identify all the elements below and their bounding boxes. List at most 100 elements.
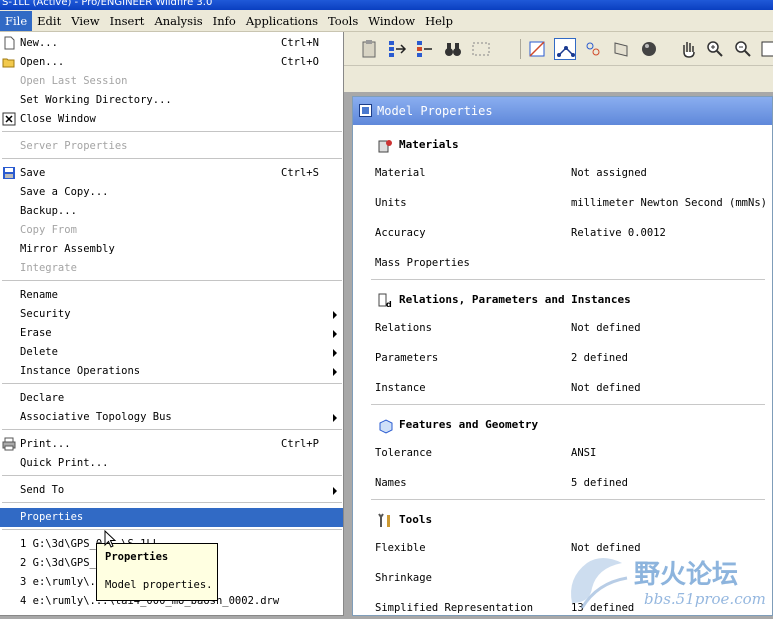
property-value[interactable]: millimeter Newton Second (mmNs)	[571, 194, 767, 212]
row-parameters: Parameters 2 defined	[353, 349, 772, 367]
tooltip-description: Model properties.	[105, 579, 213, 591]
datum-axis-icon[interactable]	[554, 38, 576, 60]
menu-item-erase[interactable]: Erase	[0, 324, 343, 343]
property-value[interactable]: Relative 0.0012	[571, 224, 666, 242]
materials-icon	[377, 137, 394, 154]
menu-item-label: Save a Copy...	[20, 186, 109, 198]
property-key: Accuracy	[375, 227, 426, 239]
property-value[interactable]: 2 defined	[571, 349, 628, 367]
submenu-arrow-icon	[333, 414, 337, 422]
shading-sphere-icon[interactable]	[638, 38, 660, 60]
menu-item-mirror-assembly[interactable]: Mirror Assembly	[0, 240, 343, 259]
menu-applications[interactable]: Applications	[241, 11, 323, 31]
menu-item-open[interactable]: Open... Ctrl+O	[0, 53, 343, 72]
menu-item-label: Rename	[20, 289, 58, 301]
menu-item-associative-topology-bus[interactable]: Associative Topology Bus	[0, 408, 343, 427]
menu-item-declare[interactable]: Declare	[0, 389, 343, 408]
menu-item-save-a-copy[interactable]: Save a Copy...	[0, 183, 343, 202]
property-key: Units	[375, 197, 407, 209]
property-key: Relations	[375, 322, 432, 334]
menu-item-label: Send To	[20, 484, 65, 496]
menu-insert[interactable]: Insert	[105, 11, 150, 31]
zoom-in-icon[interactable]	[704, 38, 726, 60]
submenu-arrow-icon	[333, 311, 337, 319]
watermark-url: bbs.51proe.com	[644, 590, 766, 608]
menu-item-instance-operations[interactable]: Instance Operations	[0, 362, 343, 381]
datum-point-icon[interactable]	[582, 38, 604, 60]
menu-item-label: Server Properties	[20, 140, 128, 152]
select-box-icon[interactable]	[470, 38, 492, 60]
menu-item-new[interactable]: New... Ctrl+N	[0, 34, 343, 53]
menu-item-integrate: Integrate	[0, 259, 343, 278]
forum-watermark: 野火论坛 bbs.51proe.com	[562, 548, 773, 616]
row-units: Units millimeter Newton Second (mmNs)	[353, 194, 772, 212]
menu-analysis[interactable]: Analysis	[149, 11, 207, 31]
property-key: Simplified Representation	[375, 602, 534, 614]
property-value[interactable]: Not defined	[571, 319, 641, 337]
property-value[interactable]: ANSI	[571, 444, 596, 462]
menu-item-label: Quick Print...	[20, 457, 109, 469]
menu-item-label: Security	[20, 308, 71, 320]
regenerate-icon[interactable]	[386, 38, 408, 60]
panel-title-bar: Model Properties	[353, 97, 772, 125]
menu-window[interactable]: Window	[363, 11, 420, 31]
menu-item-delete[interactable]: Delete	[0, 343, 343, 362]
coordinate-system-icon[interactable]	[610, 38, 632, 60]
menu-item-label: Set Working Directory...	[20, 94, 172, 106]
menu-separator	[2, 158, 342, 159]
pan-hand-icon[interactable]	[678, 38, 700, 60]
row-accuracy: Accuracy Relative 0.0012	[353, 224, 772, 242]
menu-bar: File Edit View Insert Analysis Info Appl…	[0, 10, 773, 32]
refit-icon[interactable]	[758, 38, 773, 60]
property-key: Shrinkage	[375, 572, 432, 584]
menu-view[interactable]: View	[66, 11, 104, 31]
mouse-pointer-icon	[104, 530, 117, 548]
binoculars-icon[interactable]	[442, 38, 464, 60]
watermark-cn: 野火论坛	[634, 560, 739, 590]
tools-icon	[377, 512, 394, 529]
shortcut: Ctrl+S	[281, 167, 319, 179]
shortcut: Ctrl+P	[281, 438, 319, 450]
section-title: Materials	[399, 138, 459, 151]
submenu-arrow-icon	[333, 487, 337, 495]
save-icon	[2, 166, 16, 180]
model-properties-panel: Model Properties Materials Material Not a…	[352, 96, 773, 616]
menu-separator	[2, 475, 342, 476]
paste-icon[interactable]	[358, 38, 380, 60]
menu-edit[interactable]: Edit	[32, 11, 66, 31]
row-material: Material Not assigned	[353, 164, 772, 182]
section-title: Relations, Parameters and Instances	[399, 293, 631, 306]
menu-item-send-to[interactable]: Send To	[0, 481, 343, 500]
menu-item-set-working-directory[interactable]: Set Working Directory...	[0, 91, 343, 110]
menu-item-save[interactable]: Save Ctrl+S	[0, 164, 343, 183]
menu-item-print[interactable]: Print... Ctrl+P	[0, 435, 343, 454]
main-toolbar	[344, 32, 773, 66]
menu-file[interactable]: File	[0, 10, 33, 31]
menu-item-close-window[interactable]: Close Window	[0, 110, 343, 129]
menu-item-backup[interactable]: Backup...	[0, 202, 343, 221]
menu-item-quick-print[interactable]: Quick Print...	[0, 454, 343, 473]
datum-plane-icon[interactable]	[526, 38, 548, 60]
property-value[interactable]: Not defined	[571, 379, 641, 397]
section-title: Tools	[399, 513, 433, 526]
menu-help[interactable]: Help	[420, 11, 458, 31]
menu-separator	[2, 429, 342, 430]
menu-item-copy-from: Copy From	[0, 221, 343, 240]
property-value[interactable]: Not assigned	[571, 164, 647, 182]
menu-item-properties[interactable]: Properties	[0, 508, 343, 527]
panel-title: Model Properties	[377, 104, 493, 118]
zoom-out-icon[interactable]	[732, 38, 754, 60]
menu-info[interactable]: Info	[208, 11, 241, 31]
property-key: Flexible	[375, 542, 426, 554]
window-icon	[359, 104, 372, 117]
watermark-logo	[571, 558, 628, 609]
menu-separator	[2, 131, 342, 132]
menu-item-rename[interactable]: Rename	[0, 286, 343, 305]
menu-item-label: Instance Operations	[20, 365, 141, 377]
menu-tools[interactable]: Tools	[323, 11, 363, 31]
regen-manager-icon[interactable]	[414, 38, 436, 60]
property-value[interactable]: 5 defined	[571, 474, 628, 492]
section-title: Features and Geometry	[399, 418, 539, 431]
menu-item-security[interactable]: Security	[0, 305, 343, 324]
close-window-icon	[2, 112, 16, 126]
